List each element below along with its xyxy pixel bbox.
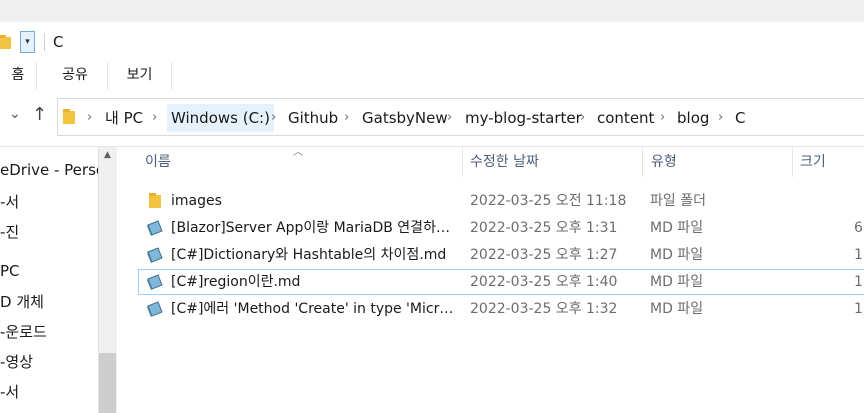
breadcrumb-this-pc[interactable]: 내 PC bbox=[105, 107, 143, 129]
nav-item-documents[interactable]: -서 bbox=[0, 191, 98, 212]
file-type: MD 파일 bbox=[650, 301, 704, 317]
breadcrumb-github[interactable]: Github bbox=[288, 107, 338, 129]
column-header-name[interactable]: 이름 bbox=[145, 150, 171, 174]
file-date: 2022-03-25 오후 1:32 bbox=[470, 301, 618, 317]
sort-ascending-icon: ︿ bbox=[293, 147, 303, 158]
file-name: [Blazor]Server App이랑 MariaDB 연결하… bbox=[171, 220, 450, 236]
nav-item-videos[interactable]: -영상 bbox=[0, 351, 98, 372]
recent-locations-chevron-icon[interactable]: ⌄ bbox=[9, 106, 21, 122]
tab-home[interactable]: 홈 bbox=[0, 62, 36, 90]
nav-item-onedrive[interactable]: eDrive - Persor bbox=[0, 161, 98, 179]
breadcrumb-chevron-icon[interactable]: › bbox=[447, 107, 452, 129]
md-file-icon bbox=[147, 247, 163, 263]
column-header-size[interactable]: 크기 bbox=[800, 150, 826, 174]
nav-item-pictures[interactable]: -진 bbox=[0, 221, 98, 242]
breadcrumb-windows-c[interactable]: Windows (C:) bbox=[167, 104, 274, 132]
breadcrumb-chevron-icon[interactable]: › bbox=[271, 107, 276, 129]
navigation-pane bbox=[0, 147, 98, 413]
column-divider[interactable] bbox=[792, 147, 793, 177]
file-size: 6 bbox=[854, 220, 863, 236]
file-name: [C#]Dictionary와 Hashtable의 차이점.md bbox=[171, 247, 447, 263]
ribbon-divider bbox=[171, 62, 172, 90]
file-size: 1 bbox=[854, 301, 863, 317]
up-arrow-icon[interactable]: ↑ bbox=[32, 104, 47, 125]
window-title: C bbox=[53, 33, 64, 51]
column-header-date[interactable]: 수정한 날짜 bbox=[470, 150, 539, 174]
file-name: images bbox=[171, 193, 222, 209]
title-bar bbox=[0, 22, 864, 62]
folder-icon bbox=[63, 109, 75, 124]
file-size: 1 bbox=[854, 274, 863, 290]
nav-item-this-pc[interactable]: PC bbox=[0, 262, 98, 280]
file-row[interactable]: [C#]Dictionary와 Hashtable의 차이점.md 2022-0… bbox=[138, 242, 864, 268]
file-name: [C#]region이란.md bbox=[171, 274, 301, 290]
file-type: 파일 폴더 bbox=[650, 193, 706, 209]
scrollbar-thumb[interactable] bbox=[99, 353, 116, 413]
column-divider[interactable] bbox=[642, 147, 643, 177]
file-type: MD 파일 bbox=[650, 220, 704, 236]
tab-share[interactable]: 공유 bbox=[43, 62, 107, 90]
folder-icon bbox=[0, 35, 11, 49]
file-row[interactable]: [Blazor]Server App이랑 MariaDB 연결하… 2022-0… bbox=[138, 215, 864, 241]
column-header-type[interactable]: 유형 bbox=[651, 150, 677, 174]
ribbon-divider bbox=[36, 62, 37, 90]
file-row-selected[interactable]: [C#]region이란.md 2022-03-25 오후 1:40 MD 파일… bbox=[138, 269, 864, 295]
scroll-up-arrow-icon[interactable]: ▲ bbox=[98, 147, 117, 164]
breadcrumb-blog[interactable]: blog bbox=[677, 107, 709, 129]
folder-icon bbox=[149, 193, 161, 208]
file-date: 2022-03-25 오후 1:31 bbox=[470, 220, 618, 236]
title-separator bbox=[44, 33, 45, 51]
breadcrumb-chevron-icon[interactable]: › bbox=[152, 107, 157, 129]
tab-view[interactable]: 보기 bbox=[108, 62, 171, 90]
nav-item-documents-2[interactable]: -서 bbox=[0, 381, 98, 402]
breadcrumb-chevron-icon[interactable]: › bbox=[718, 107, 723, 129]
file-date: 2022-03-25 오후 1:27 bbox=[470, 247, 618, 263]
nav-item-3d-objects[interactable]: D 개체 bbox=[0, 291, 98, 312]
nav-item-downloads[interactable]: -운로드 bbox=[0, 321, 98, 342]
file-type: MD 파일 bbox=[650, 274, 704, 290]
file-date: 2022-03-25 오전 11:18 bbox=[470, 193, 627, 209]
md-file-icon bbox=[147, 274, 163, 290]
breadcrumb-chevron-icon[interactable]: › bbox=[87, 107, 92, 129]
column-divider[interactable] bbox=[462, 147, 463, 177]
breadcrumb-gatsbynew[interactable]: GatsbyNew bbox=[362, 107, 448, 129]
md-file-icon bbox=[147, 301, 163, 317]
breadcrumb-chevron-icon[interactable]: › bbox=[660, 107, 665, 129]
breadcrumb-chevron-icon[interactable]: › bbox=[580, 107, 585, 129]
file-date: 2022-03-25 오후 1:40 bbox=[470, 274, 618, 290]
file-name: [C#]에러 'Method 'Create' in type 'Micr… bbox=[171, 301, 454, 317]
file-row[interactable]: images 2022-03-25 오전 11:18 파일 폴더 bbox=[138, 188, 864, 214]
quick-access-dropdown-button[interactable]: ▾ bbox=[20, 31, 35, 53]
file-size bbox=[854, 188, 864, 214]
file-size: 1 bbox=[854, 247, 863, 263]
file-row[interactable]: [C#]에러 'Method 'Create' in type 'Micr… 2… bbox=[138, 296, 864, 322]
breadcrumb-c[interactable]: C bbox=[735, 107, 745, 129]
breadcrumb-content[interactable]: content bbox=[597, 107, 654, 129]
window-top-strip bbox=[0, 0, 864, 22]
breadcrumb-chevron-icon[interactable]: › bbox=[344, 107, 349, 129]
file-type: MD 파일 bbox=[650, 247, 704, 263]
breadcrumb-my-blog-starter[interactable]: my-blog-starter bbox=[465, 107, 582, 129]
md-file-icon bbox=[147, 220, 163, 236]
